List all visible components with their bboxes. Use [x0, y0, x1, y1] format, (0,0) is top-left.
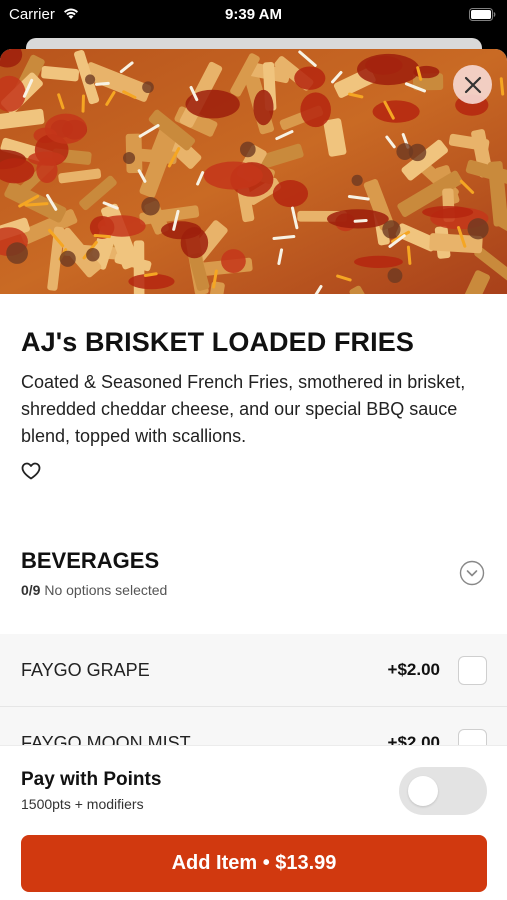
points-title: Pay with Points: [21, 769, 162, 790]
product-image: [0, 49, 507, 294]
chevron-down-icon[interactable]: [459, 560, 485, 586]
close-icon: [464, 76, 481, 93]
option-row[interactable]: FAYGO GRAPE +$2.00: [0, 634, 507, 707]
item-sheet: AJ's BRISKET LOADED FRIES Coated & Seaso…: [0, 49, 507, 900]
selection-count: 0/9: [21, 582, 41, 598]
battery-icon: [469, 8, 496, 21]
section-status: 0/9 No options selected: [21, 582, 167, 598]
selection-status: No options selected: [44, 582, 168, 598]
status-time: 9:39 AM: [225, 6, 282, 23]
option-name: FAYGO GRAPE: [21, 660, 150, 680]
points-subtitle: 1500pts + modifiers: [21, 796, 144, 812]
checkbox-icon[interactable]: [458, 656, 487, 685]
toggle-knob: [408, 776, 438, 806]
product-description: Coated & Seasoned French Fries, smothere…: [21, 372, 466, 446]
points-toggle[interactable]: [399, 767, 487, 815]
product-title: AJ's BRISKET LOADED FRIES: [21, 327, 414, 357]
add-item-button[interactable]: Add Item • $13.99: [21, 835, 487, 892]
loaded-fries-photo: [0, 49, 507, 294]
option-price: +$2.00: [387, 660, 440, 679]
close-button[interactable]: [453, 65, 492, 104]
heart-icon[interactable]: [21, 462, 41, 480]
options-list: FAYGO GRAPE +$2.00 FAYGO MOON MIST +$2.0…: [0, 634, 507, 754]
section-title: BEVERAGES: [21, 548, 160, 573]
footer-bar: Pay with Points 1500pts + modifiers Add …: [0, 745, 507, 900]
status-bar: Carrier 9:39 AM: [0, 0, 507, 30]
